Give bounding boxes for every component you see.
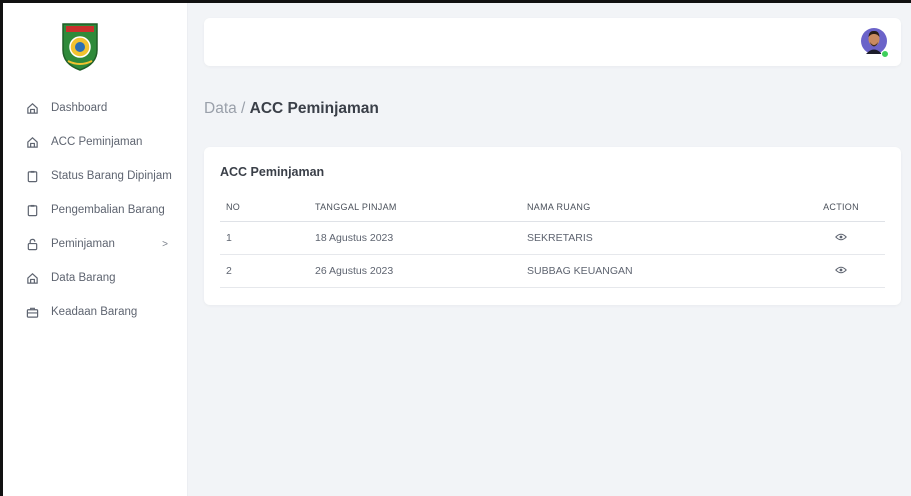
chevron-right-icon[interactable]: > — [162, 239, 168, 250]
cell-no: 2 — [220, 254, 315, 288]
column-header-no: NO — [220, 194, 315, 222]
briefcase-icon — [25, 305, 39, 319]
table-row: 2 26 Agustus 2023 SUBBAG KEUANGAN — [220, 254, 885, 288]
cell-nama-ruang: SUBBAG KEUANGAN — [527, 254, 797, 288]
breadcrumb-parent[interactable]: Data / — [204, 100, 245, 117]
sidebar-item-label: Peminjaman — [51, 238, 115, 250]
logo — [62, 23, 98, 71]
sidebar-item-dashboard[interactable]: Dashboard — [3, 91, 188, 125]
sidebar-item-pengembalian-barang[interactable]: Pengembalian Barang — [3, 193, 188, 227]
cell-tanggal-pinjam: 26 Agustus 2023 — [315, 254, 527, 288]
acc-peminjaman-table: NO TANGGAL PINJAM NAMA RUANG ACTION 1 18… — [220, 194, 885, 288]
table-row: 1 18 Agustus 2023 SEKRETARIS — [220, 221, 885, 255]
cell-no: 1 — [220, 221, 315, 255]
sidebar-item-data-barang[interactable]: Data Barang — [3, 261, 188, 295]
home-icon — [25, 101, 39, 115]
cell-action — [797, 221, 885, 255]
sidebar-nav: Dashboard ACC Peminjaman Status Barang D… — [3, 91, 188, 329]
view-eye-icon[interactable] — [835, 233, 847, 241]
column-header-nama-ruang: NAMA RUANG — [527, 194, 797, 222]
sidebar-item-label: Status Barang Dipinjam — [51, 170, 172, 182]
sidebar-item-label: Keadaan Barang — [51, 306, 138, 318]
cell-action — [797, 254, 885, 288]
clipboard-icon — [25, 203, 39, 217]
sidebar-item-keadaan-barang[interactable]: Keadaan Barang — [3, 295, 188, 329]
home-icon — [25, 271, 39, 285]
page-title: ACC Peminjaman — [249, 100, 379, 117]
sidebar-item-label: Data Barang — [51, 272, 116, 284]
sidebar-item-label: Dashboard — [51, 102, 108, 114]
cell-tanggal-pinjam: 18 Agustus 2023 — [315, 221, 527, 255]
view-eye-icon[interactable] — [835, 266, 847, 274]
topbar — [204, 18, 901, 66]
clipboard-icon — [25, 169, 39, 183]
sidebar-item-status-barang-dipinjam[interactable]: Status Barang Dipinjam — [3, 159, 188, 193]
acc-peminjaman-card: ACC Peminjaman NO TANGGAL PINJAM NAMA RU… — [204, 147, 901, 305]
cell-nama-ruang: SEKRETARIS — [527, 221, 797, 255]
breadcrumb: Data / ACC Peminjaman — [204, 100, 379, 118]
column-header-action: ACTION — [797, 194, 885, 222]
card-title: ACC Peminjaman — [220, 165, 325, 179]
column-header-tanggal-pinjam: TANGGAL PINJAM — [315, 194, 527, 222]
lock-icon — [25, 237, 39, 251]
online-status-dot — [881, 50, 889, 58]
home-icon — [25, 135, 39, 149]
sidebar-item-label: Pengembalian Barang — [51, 204, 165, 216]
sidebar: Dashboard ACC Peminjaman Status Barang D… — [3, 3, 188, 496]
table-header-row: NO TANGGAL PINJAM NAMA RUANG ACTION — [220, 194, 885, 222]
sidebar-item-peminjaman[interactable]: Peminjaman > — [3, 227, 188, 261]
sidebar-item-label: ACC Peminjaman — [51, 136, 143, 148]
sidebar-item-acc-peminjaman[interactable]: ACC Peminjaman — [3, 125, 188, 159]
